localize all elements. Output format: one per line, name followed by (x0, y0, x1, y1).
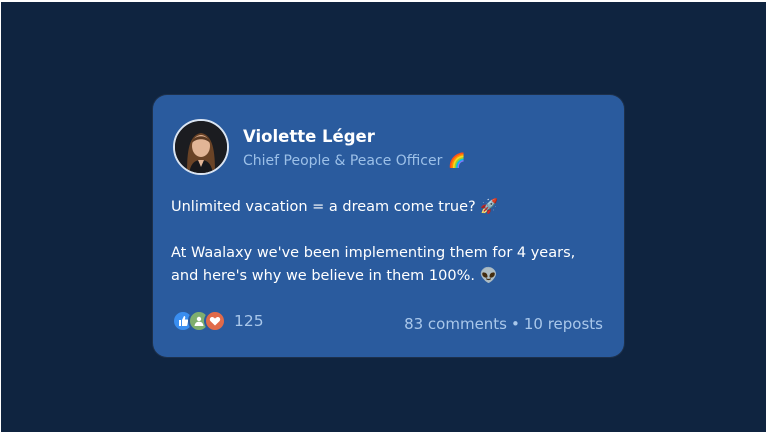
page-background: Violette Léger Chief People & Peace Offi… (1, 2, 766, 432)
author-role: Chief People & Peace Officer 🌈 (243, 153, 466, 169)
post-text-line: At Waalaxy we've been implementing them … (171, 245, 576, 261)
post-text-line: Unlimited vacation = a dream come true? … (171, 199, 499, 215)
comments-link[interactable]: 83 comments (404, 315, 507, 333)
love-icon (204, 310, 226, 332)
stats-separator: • (511, 315, 520, 333)
author-name[interactable]: Violette Léger (243, 127, 375, 146)
rainbow-icon: 🌈 (448, 153, 466, 169)
avatar-photo-icon (175, 121, 227, 173)
post-text-line: and here's why we believe in them 100%. … (171, 268, 498, 284)
reactions-summary[interactable]: 125 (172, 310, 264, 332)
post-stats: 83 comments • 10 reposts (404, 315, 603, 333)
post-card[interactable]: Violette Léger Chief People & Peace Offi… (153, 95, 624, 357)
reposts-link[interactable]: 10 reposts (524, 315, 603, 333)
post-text: Unlimited vacation = a dream come true? … (171, 196, 611, 288)
author-role-label: Chief People & Peace Officer (243, 153, 443, 169)
avatar[interactable] (173, 119, 229, 175)
reaction-count: 125 (234, 312, 264, 330)
